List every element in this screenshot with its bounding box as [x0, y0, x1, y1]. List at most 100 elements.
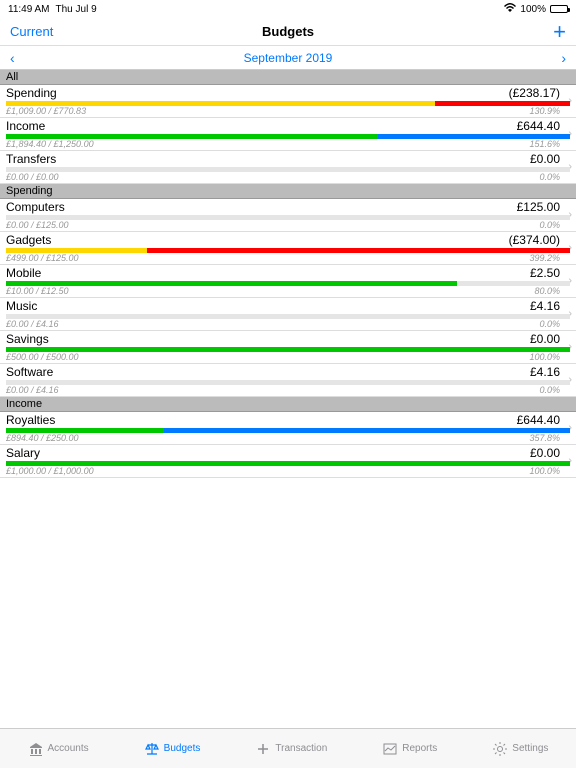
row-label: Gadgets [6, 233, 51, 247]
progress-bar [6, 380, 570, 385]
row-label: Savings [6, 332, 49, 346]
row-subright: 0.0% [539, 172, 560, 182]
row-subright: 100.0% [529, 352, 560, 362]
progress-bar [6, 248, 570, 253]
budget-row[interactable]: Software£4.16›£0.00 / £4.160.0% [0, 364, 576, 397]
battery-percent: 100% [520, 4, 546, 15]
bank-icon [28, 741, 44, 757]
budget-row[interactable]: Gadgets(£374.00)›£499.00 / £125.00399.2% [0, 232, 576, 265]
row-subleft: £500.00 / £500.00 [6, 352, 79, 362]
section-header: Income [0, 397, 576, 412]
budget-list: AllSpending(£238.17)›£1,009.00 / £770.83… [0, 70, 576, 478]
row-subleft: £894.40 / £250.00 [6, 433, 79, 443]
budget-row[interactable]: Computers£125.00›£0.00 / £125.000.0% [0, 199, 576, 232]
tab-settings[interactable]: Settings [492, 741, 548, 757]
tab-bar: Accounts Budgets Transaction Reports Set… [0, 728, 576, 768]
row-label: Music [6, 299, 37, 313]
plus-icon [255, 741, 271, 757]
nav-bar: Current Budgets + [0, 18, 576, 46]
row-label: Transfers [6, 152, 56, 166]
status-bar: 11:49 AM Thu Jul 9 100% [0, 0, 576, 18]
row-label: Software [6, 365, 53, 379]
tab-accounts[interactable]: Accounts [28, 741, 89, 757]
section-header: Spending [0, 184, 576, 199]
tab-label: Budgets [164, 743, 201, 754]
row-amount: £0.00 [530, 152, 560, 166]
month-label[interactable]: September 2019 [244, 51, 333, 65]
row-subleft: £0.00 / £0.00 [6, 172, 59, 182]
tab-budgets[interactable]: Budgets [144, 741, 201, 757]
row-subleft: £1,894.40 / £1,250.00 [6, 139, 94, 149]
progress-bar [6, 461, 570, 466]
row-amount: £4.16 [530, 365, 560, 379]
wifi-icon [504, 3, 516, 16]
row-amount: £0.00 [530, 332, 560, 346]
chart-icon [382, 741, 398, 757]
budget-row[interactable]: Income£644.40›£1,894.40 / £1,250.00151.6… [0, 118, 576, 151]
row-subleft: £0.00 / £125.00 [6, 220, 69, 230]
budget-row[interactable]: Spending(£238.17)›£1,009.00 / £770.83130… [0, 85, 576, 118]
row-subright: 151.6% [529, 139, 560, 149]
row-subleft: £0.00 / £4.16 [6, 385, 59, 395]
page-title: Budgets [262, 24, 314, 39]
prev-month-button[interactable]: ‹ [10, 50, 15, 66]
row-subright: 80.0% [534, 286, 560, 296]
budget-row[interactable]: Transfers£0.00›£0.00 / £0.000.0% [0, 151, 576, 184]
budget-row[interactable]: Savings£0.00›£500.00 / £500.00100.0% [0, 331, 576, 364]
progress-bar [6, 101, 570, 106]
row-label: Salary [6, 446, 40, 460]
battery-icon [550, 5, 568, 13]
row-subleft: £0.00 / £4.16 [6, 319, 59, 329]
row-amount: £644.40 [517, 119, 560, 133]
status-time: 11:49 AM [8, 4, 50, 15]
tab-reports[interactable]: Reports [382, 741, 437, 757]
row-amount: £2.50 [530, 266, 560, 280]
row-subright: 399.2% [529, 253, 560, 263]
row-label: Income [6, 119, 45, 133]
row-amount: (£374.00) [509, 233, 560, 247]
tab-label: Transaction [275, 743, 327, 754]
row-label: Mobile [6, 266, 41, 280]
row-amount: £125.00 [517, 200, 560, 214]
gear-icon [492, 741, 508, 757]
tab-label: Settings [512, 743, 548, 754]
progress-bar [6, 215, 570, 220]
month-selector: ‹ September 2019 › [0, 46, 576, 70]
status-date: Thu Jul 9 [56, 4, 97, 15]
progress-bar [6, 134, 570, 139]
row-subright: 0.0% [539, 220, 560, 230]
row-subright: 100.0% [529, 466, 560, 476]
row-label: Spending [6, 86, 57, 100]
section-header: All [0, 70, 576, 85]
next-month-button[interactable]: › [561, 50, 566, 66]
progress-bar [6, 428, 570, 433]
row-subleft: £1,009.00 / £770.83 [6, 106, 86, 116]
row-amount: £4.16 [530, 299, 560, 313]
row-amount: £644.40 [517, 413, 560, 427]
tab-transaction[interactable]: Transaction [255, 741, 327, 757]
budget-row[interactable]: Music£4.16›£0.00 / £4.160.0% [0, 298, 576, 331]
row-amount: £0.00 [530, 446, 560, 460]
row-subleft: £499.00 / £125.00 [6, 253, 79, 263]
progress-bar [6, 347, 570, 352]
row-subright: 357.8% [529, 433, 560, 443]
progress-bar [6, 314, 570, 319]
row-label: Computers [6, 200, 65, 214]
add-button[interactable]: + [553, 19, 566, 45]
budget-row[interactable]: Salary£0.00›£1,000.00 / £1,000.00100.0% [0, 445, 576, 478]
budget-row[interactable]: Mobile£2.50›£10.00 / £12.5080.0% [0, 265, 576, 298]
row-amount: (£238.17) [509, 86, 560, 100]
row-subright: 0.0% [539, 319, 560, 329]
row-subright: 130.9% [529, 106, 560, 116]
progress-bar [6, 281, 570, 286]
row-subleft: £1,000.00 / £1,000.00 [6, 466, 94, 476]
tab-label: Reports [402, 743, 437, 754]
budget-row[interactable]: Royalties£644.40›£894.40 / £250.00357.8% [0, 412, 576, 445]
tab-label: Accounts [48, 743, 89, 754]
back-button[interactable]: Current [10, 24, 53, 39]
row-subright: 0.0% [539, 385, 560, 395]
row-label: Royalties [6, 413, 55, 427]
scales-icon [144, 741, 160, 757]
row-subleft: £10.00 / £12.50 [6, 286, 69, 296]
progress-bar [6, 167, 570, 172]
